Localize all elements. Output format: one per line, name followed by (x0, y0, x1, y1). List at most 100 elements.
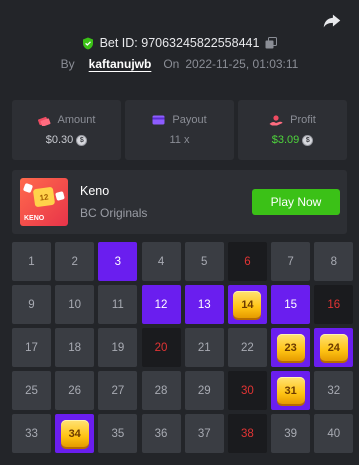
keno-cell[interactable]: 37 (184, 414, 224, 453)
keno-cell[interactable]: 21 (184, 328, 224, 367)
keno-cell-number: 21 (197, 341, 211, 354)
keno-cell[interactable]: 30 (227, 371, 267, 410)
keno-cell[interactable]: 35 (98, 414, 138, 453)
bet-id-row: Bet ID: 97063245822558441 (0, 36, 359, 50)
bet-date: 2022-11-25, 01:03:11 (185, 57, 299, 71)
keno-cell[interactable]: 10 (55, 285, 95, 324)
keno-cell[interactable]: 31 (271, 371, 311, 410)
keno-cell-number: 26 (68, 384, 82, 397)
stat-payout: Payout 11 x (125, 100, 234, 160)
keno-cell[interactable]: 18 (55, 328, 95, 367)
thumb-label: KENO (24, 215, 45, 222)
username-link[interactable]: kaftanujwb (89, 57, 152, 71)
keno-cell-number: 2 (71, 255, 78, 268)
keno-cell-number: 38 (241, 427, 254, 440)
keno-cell-number: 6 (244, 255, 251, 268)
keno-cell-number: 29 (197, 384, 211, 397)
keno-cell-number: 35 (111, 427, 125, 440)
keno-cell[interactable]: 1 (12, 242, 51, 281)
keno-cell[interactable]: 26 (55, 371, 95, 410)
keno-cell[interactable]: 7 (271, 242, 311, 281)
keno-cell[interactable]: 5 (184, 242, 224, 281)
amount-icon (37, 116, 51, 126)
keno-cell[interactable]: 12 (141, 285, 181, 324)
game-provider: BC Originals (80, 206, 148, 220)
keno-cell[interactable]: 13 (184, 285, 224, 324)
keno-cell-number: 19 (111, 341, 125, 354)
stat-amount-label: Amount (57, 114, 96, 126)
keno-cell[interactable]: 32 (314, 371, 354, 410)
keno-cell-number: 30 (241, 384, 254, 397)
keno-cell[interactable]: 14 (227, 285, 267, 324)
keno-cell-number: 40 (327, 427, 341, 440)
profit-icon (269, 114, 283, 125)
keno-cell-number: 9 (28, 298, 35, 311)
keno-cell[interactable]: 20 (141, 328, 181, 367)
keno-cell[interactable]: 15 (271, 285, 311, 324)
stat-profit-value: $3.09 (271, 134, 300, 146)
bet-author-row: By kaftanujwb On 2022-11-25, 01:03:11 (0, 57, 359, 71)
stat-payout-label: Payout (172, 114, 207, 126)
share-icon[interactable] (321, 10, 343, 32)
bet-stats: Amount $0.30 $ Payout 11 x Profit $3.09 … (12, 100, 347, 160)
keno-cell[interactable]: 25 (12, 371, 51, 410)
keno-cell[interactable]: 24 (314, 328, 354, 367)
keno-cell[interactable]: 2 (55, 242, 95, 281)
keno-cell-number: 37 (197, 427, 211, 440)
keno-cell-number: 10 (68, 298, 82, 311)
keno-cell[interactable]: 38 (227, 414, 267, 453)
keno-cell[interactable]: 19 (98, 328, 138, 367)
stat-amount: Amount $0.30 $ (12, 100, 121, 160)
keno-cell-number: 25 (25, 384, 38, 397)
keno-grid: 1 2 3 4 5 6 7 8 9 10 11 12 13 14 15 16 17 18 19 20 21 22 23 24 2… (12, 242, 354, 453)
keno-cell[interactable]: 4 (141, 242, 181, 281)
keno-cell-number: 15 (284, 298, 298, 311)
gem-hit-icon: 31 (276, 377, 305, 404)
keno-cell-number: 7 (287, 255, 294, 268)
coin-icon: $ (302, 134, 314, 146)
gem-hit-icon: 34 (60, 420, 89, 447)
keno-cell-number: 16 (327, 298, 341, 311)
keno-cell[interactable]: 3 (98, 242, 138, 281)
payout-card-icon (152, 115, 165, 125)
keno-cell[interactable]: 33 (12, 414, 51, 453)
play-now-button[interactable]: Play Now (252, 189, 340, 215)
keno-cell[interactable]: 16 (314, 285, 354, 324)
keno-cell[interactable]: 8 (314, 242, 354, 281)
on-label: On (163, 57, 180, 71)
keno-cell-number: 32 (327, 384, 341, 397)
verified-shield-icon (82, 37, 93, 49)
keno-cell[interactable]: 29 (184, 371, 224, 410)
keno-cell[interactable]: 6 (227, 242, 267, 281)
keno-cell[interactable]: 23 (271, 328, 311, 367)
keno-cell-number: 12 (154, 298, 168, 311)
keno-cell[interactable]: 22 (227, 328, 267, 367)
keno-thumbnail[interactable]: 12 KENO (20, 178, 68, 226)
keno-cell-number: 36 (154, 427, 168, 440)
stat-amount-value: $0.30 (45, 134, 74, 146)
keno-cell[interactable]: 28 (141, 371, 181, 410)
keno-cell-number: 8 (330, 255, 338, 268)
stat-profit: Profit $3.09 $ (238, 100, 347, 160)
bet-id-text: Bet ID: 97063245822558441 (99, 36, 260, 50)
keno-cell[interactable]: 39 (271, 414, 311, 453)
keno-cell[interactable]: 11 (98, 285, 138, 324)
keno-cell[interactable]: 34 (55, 414, 95, 453)
thumb-tile: 12 (32, 186, 56, 208)
gem-hit-icon: 23 (276, 334, 305, 361)
gem-hit-icon: 24 (319, 334, 348, 361)
game-card: 12 KENO Keno BC Originals Play Now (12, 170, 347, 234)
keno-cell-number: 27 (111, 384, 125, 397)
game-name: Keno (80, 184, 110, 198)
copy-icon[interactable] (265, 37, 278, 49)
stat-profit-label: Profit (290, 114, 316, 126)
keno-cell-number: 1 (28, 255, 35, 268)
keno-cell-number: 20 (154, 341, 168, 354)
keno-cell[interactable]: 40 (314, 414, 354, 453)
keno-cell[interactable]: 36 (141, 414, 181, 453)
keno-cell-number: 39 (284, 427, 298, 440)
keno-cell[interactable]: 27 (98, 371, 138, 410)
keno-cell-number: 22 (241, 341, 254, 354)
keno-cell[interactable]: 9 (12, 285, 51, 324)
keno-cell[interactable]: 17 (12, 328, 51, 367)
